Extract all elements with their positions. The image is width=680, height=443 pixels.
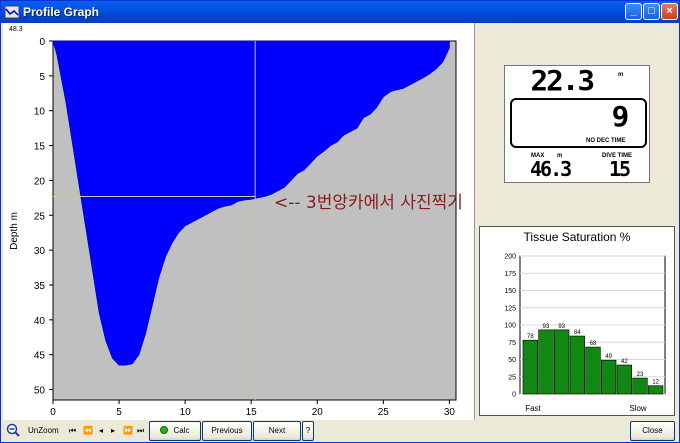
- tissue-bar-label: 23: [637, 372, 644, 378]
- fast-forward-icon[interactable]: ⏩: [123, 426, 133, 435]
- dive-time-value: 15: [609, 157, 631, 181]
- ndl-box: 9 NO DEC TIME: [510, 98, 647, 148]
- y-tick-label: 35: [34, 281, 46, 292]
- right-panel: 22.3 m 9 NO DEC TIME MAX m DIVE TIME 46.…: [474, 23, 679, 420]
- tissue-bar-label: 68: [590, 341, 597, 347]
- y-tick-label: 40: [34, 316, 46, 327]
- x-tick-label: 15: [246, 407, 258, 418]
- x-tick-label: 30: [444, 407, 456, 418]
- x-tick-label: 25: [378, 407, 390, 418]
- title-bar[interactable]: Profile Graph _ □ ×: [1, 1, 679, 23]
- last-icon[interactable]: ⏭: [137, 426, 144, 436]
- x-tick-label: 10: [180, 407, 192, 418]
- y-tick-label: 20: [34, 176, 46, 187]
- tissue-bar: [554, 329, 570, 395]
- y-tick-label: 5: [39, 72, 45, 83]
- tissue-bar-label: 93: [558, 324, 565, 330]
- rewind-icon[interactable]: ⏪: [83, 426, 93, 435]
- x-tick-label: 0: [50, 407, 56, 418]
- tissue-y-tick-label: 125: [504, 305, 516, 312]
- step-forward-icon[interactable]: ▸: [111, 426, 115, 435]
- profile-graph[interactable]: 0 5 10 15 20 25 30 35 40 45 50 0 5 10 15 20 25 30 Depth m <…: [3, 23, 473, 420]
- y-tick-label: 10: [34, 107, 46, 118]
- next-button[interactable]: Next: [253, 421, 301, 441]
- y-tick-label: 50: [34, 386, 46, 397]
- minimize-button[interactable]: _: [625, 3, 642, 20]
- step-back-icon[interactable]: ◂: [99, 426, 103, 435]
- tissue-saturation-panel: Tissue Saturation % 0 25 50 75 100 125 150 175 20…: [479, 226, 675, 416]
- calc-button[interactable]: Calc: [149, 421, 201, 441]
- fast-label: Fast: [525, 404, 541, 413]
- bottom-toolbar: UnZoom ⏮ ⏪ ◂ ▸ ⏩ ⏭ Calc Previous Next ? …: [3, 420, 679, 442]
- help-button[interactable]: ?: [302, 421, 314, 441]
- y-tick-label: 45: [34, 351, 46, 362]
- tissue-bar: [616, 364, 632, 395]
- y-tick-label: 30: [34, 246, 46, 257]
- tissue-bar-label: 49: [605, 354, 612, 360]
- zoom-out-icon[interactable]: [6, 423, 20, 437]
- close-icon: ×: [666, 5, 673, 17]
- previous-button[interactable]: Previous: [202, 421, 252, 441]
- tissue-chart-title: Tissue Saturation %: [524, 230, 631, 244]
- window-title: Profile Graph: [23, 5, 100, 19]
- maximize-button[interactable]: □: [643, 3, 660, 20]
- tissue-y-tick-label: 0: [512, 392, 516, 399]
- tissue-bar-label: 84: [574, 330, 581, 336]
- x-tick-label: 5: [116, 407, 122, 418]
- tissue-y-tick-label: 50: [508, 357, 516, 364]
- calc-status-icon: [160, 426, 169, 434]
- tissue-bar: [522, 339, 538, 395]
- max-depth-label: 48.3: [9, 26, 23, 33]
- calc-label: Calc: [173, 426, 190, 435]
- tissue-bar: [569, 335, 585, 395]
- ndl-value: 9: [611, 100, 630, 133]
- x-tick-label: 20: [312, 407, 324, 418]
- y-tick-label: 15: [34, 142, 46, 153]
- y-tick-label: 25: [34, 211, 46, 222]
- close-window-button[interactable]: ×: [661, 3, 678, 20]
- minimize-icon: _: [630, 5, 637, 17]
- profile-graph-window: Profile Graph _ □ × 0 5 10 15 20 25 30 35 40 45 50…: [0, 0, 680, 443]
- tissue-bar-label: 42: [621, 359, 628, 365]
- depth-unit: m: [618, 72, 624, 78]
- tissue-bar-label: 78: [527, 334, 534, 340]
- slow-label: Slow: [629, 404, 647, 413]
- tissue-bar: [648, 385, 664, 395]
- close-button[interactable]: Close: [630, 421, 675, 441]
- app-icon: [5, 5, 19, 19]
- tissue-bar: [585, 346, 601, 395]
- main-content: 0 5 10 15 20 25 30 35 40 45 50 0 5 10 15 20 25 30 Depth m <…: [3, 23, 679, 420]
- y-axis-label: Depth m: [9, 212, 20, 250]
- tissue-bar-label: 93: [543, 324, 550, 330]
- max-depth-value: 46.3: [530, 157, 572, 181]
- unzoom-button[interactable]: UnZoom: [28, 426, 59, 435]
- tissue-y-tick-label: 200: [504, 254, 516, 261]
- tissue-y-tick-label: 75: [508, 340, 516, 347]
- first-icon[interactable]: ⏮: [69, 426, 76, 436]
- tissue-bar-label: 12: [652, 380, 659, 386]
- tissue-y-tick-label: 175: [504, 271, 516, 278]
- tissue-y-tick-label: 25: [508, 374, 516, 381]
- current-depth-value: 22.3: [530, 64, 596, 97]
- maximize-icon: □: [648, 5, 655, 17]
- tissue-y-tick-label: 100: [504, 323, 516, 330]
- tissue-bar: [601, 359, 617, 395]
- tissue-bar: [538, 329, 554, 395]
- y-tick-label: 0: [39, 37, 45, 48]
- tissue-saturation-chart: Tissue Saturation % 0 25 50 75 100 125 150 175 20…: [504, 230, 666, 413]
- ndl-label: NO DEC TIME: [586, 138, 626, 144]
- tissue-y-tick-label: 150: [504, 288, 516, 295]
- tissue-bar: [632, 377, 648, 395]
- dive-computer-display: 22.3 m 9 NO DEC TIME MAX m DIVE TIME 46.…: [504, 64, 650, 183]
- dive-annotation-text: <-- 3번앙카에서 사진찍기: [274, 193, 463, 213]
